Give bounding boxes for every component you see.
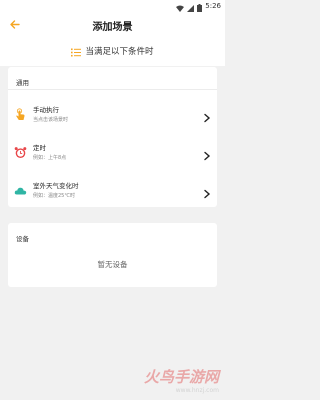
empty-state: 暂无设备 (97, 260, 128, 269)
item-subtitle: 当点击该场景时 (33, 117, 69, 123)
general-header: 通用 (16, 79, 29, 87)
watermark-brand: 火鸟手游网 (143, 368, 219, 386)
devices-card: 设备 暂无设备 (8, 223, 217, 287)
hand-tap-icon (14, 106, 27, 120)
weather-cloud-icon (14, 182, 27, 195)
app-bar: 添加场景 (0, 12, 225, 36)
status-time: 5:26 (205, 2, 221, 10)
status-icons: 5:26 (176, 1, 221, 12)
chevron-right-icon (203, 146, 211, 161)
watermark-url: www.hnzj.com (175, 387, 219, 394)
item-subtitle: 例如：上午8点 (33, 155, 67, 161)
condition-label: 当满足以下条件时 (85, 47, 154, 57)
alarm-clock-icon (14, 144, 27, 158)
list-item-manual[interactable]: 手动执行 当点击该场景时 (8, 94, 217, 132)
chevron-right-icon (203, 108, 211, 123)
condition-header: 当满足以下条件时 (0, 36, 225, 66)
list-item-weather[interactable]: 室外天气变化时 例如：温度25℃时 (8, 170, 217, 208)
page-title: 添加场景 (92, 22, 133, 33)
watermark-logo: 火鸟手游网 www.hnzj.com (144, 366, 219, 394)
general-card: 通用 手动执行 当点击该场景时 定时 例如：上午8点 室外天气变化时 例如：温度… (8, 67, 217, 207)
list-icon (71, 42, 82, 61)
devices-header: 设备 (16, 235, 29, 243)
item-title: 手动执行 (33, 106, 59, 114)
status-bar: 5:26 (0, 0, 225, 12)
divider (8, 89, 217, 90)
chevron-right-icon (203, 184, 211, 199)
item-title: 室外天气变化时 (33, 182, 79, 190)
item-title: 定时 (33, 144, 46, 152)
list-item-timer[interactable]: 定时 例如：上午8点 (8, 132, 217, 170)
item-subtitle: 例如：温度25℃时 (33, 193, 75, 199)
